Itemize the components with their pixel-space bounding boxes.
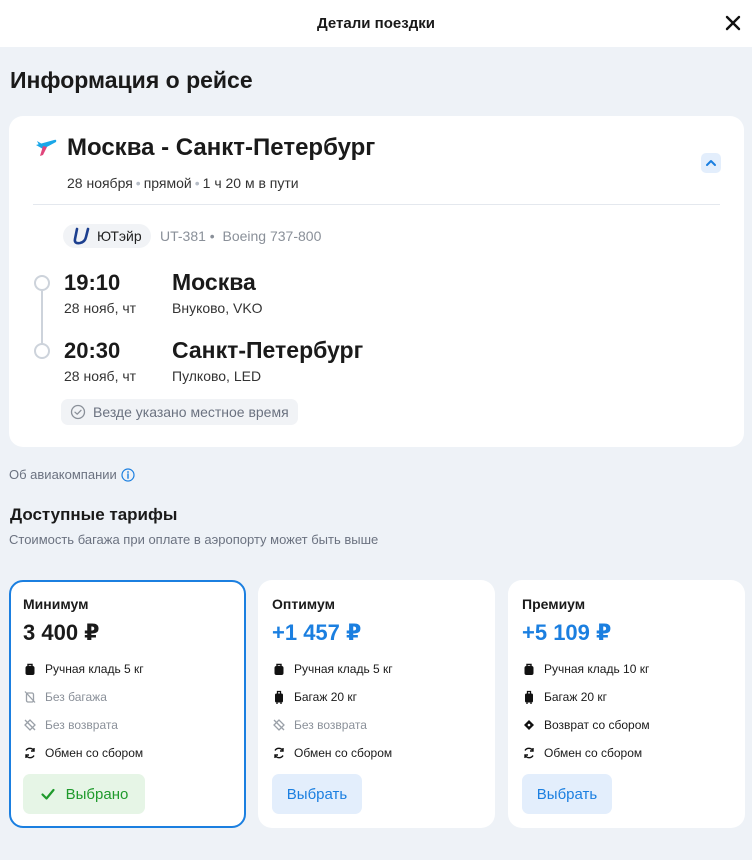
chevron-up-icon — [706, 160, 716, 166]
select-button[interactable]: Выбрать — [522, 774, 612, 814]
tariffs-heading: Доступные тарифы — [10, 505, 178, 524]
exchange-icon — [25, 747, 35, 759]
select-button[interactable]: Выбрать — [272, 774, 362, 814]
feature-hand-luggage: Ручная кладь 5 кг — [272, 662, 393, 676]
no-baggage-icon — [24, 691, 36, 703]
flight-meta: 28 ноября • прямой • 1 ч 20 м в пути — [67, 175, 299, 191]
info-icon — [121, 467, 135, 482]
airline-logo — [73, 227, 90, 245]
arrival-dot — [34, 343, 50, 359]
arrival-date: 28 нояб, чт — [64, 368, 137, 384]
airline-name: ЮТэйр — [97, 228, 142, 244]
no-refund-icon — [273, 719, 285, 731]
feature-hand-luggage: Ручная кладь 5 кг — [23, 662, 144, 676]
exchange-icon — [524, 747, 534, 759]
feature-exchange: Обмен со сбором — [23, 746, 143, 760]
tariff-price: +1 457 ₽ — [272, 620, 362, 645]
departure-airport: Внуково, VKO — [172, 300, 263, 316]
feature-baggage: Багаж 20 кг — [522, 690, 607, 704]
feature-refund: Без возврата — [272, 718, 367, 732]
about-airline-link[interactable]: Об авиакомпании — [9, 467, 135, 482]
close-icon[interactable] — [722, 12, 744, 34]
flight-date: 28 ноября — [67, 175, 133, 191]
dialog-title: Детали поездки — [317, 15, 435, 32]
feature-baggage: Багаж 20 кг — [272, 690, 357, 704]
tariff-card-optimum[interactable]: Оптимум +1 457 ₽ Ручная кладь 5 кг Багаж… — [258, 580, 495, 828]
tariff-card-premium[interactable]: Премиум +5 109 ₽ Ручная кладь 10 кг Бага… — [508, 580, 745, 828]
divider — [33, 204, 720, 205]
refund-icon — [524, 720, 534, 730]
collapse-button[interactable] — [701, 153, 721, 173]
flight-duration: 1 ч 20 м в пути — [202, 175, 299, 191]
plane-icon — [36, 139, 57, 156]
flight-info-heading: Информация о рейсе — [10, 67, 253, 93]
tariff-card-minimum[interactable]: Минимум 3 400 ₽ Ручная кладь 5 кг Без ба… — [9, 580, 246, 828]
tariffs-subheading: Стоимость багажа при оплате в аэропорту … — [9, 532, 379, 547]
departure-time: 19:10 — [64, 270, 121, 295]
flight-type: прямой — [143, 175, 192, 191]
tariff-price: +5 109 ₽ — [522, 620, 612, 645]
check-icon — [41, 788, 55, 800]
tariff-name: Минимум — [23, 596, 89, 612]
tariff-price: 3 400 ₽ — [23, 620, 100, 645]
top-bar: Детали поездки — [0, 0, 752, 47]
feature-exchange: Обмен со сбором — [522, 746, 642, 760]
about-airline-text: Об авиакомпании — [9, 467, 117, 482]
flight-number: UT-381 — [160, 228, 206, 244]
baggage-icon — [525, 690, 533, 704]
feature-exchange: Обмен со сбором — [272, 746, 392, 760]
timezone-text: Везде указано местное время — [93, 404, 289, 420]
flight-card: Москва - Санкт-Петербург 28 ноября • прямо… — [9, 116, 744, 447]
hand-luggage-icon — [25, 663, 35, 675]
aircraft: Boeing 737-800 — [222, 228, 322, 244]
no-refund-icon — [24, 719, 36, 731]
departure-city: Москва — [172, 269, 256, 295]
arrival-time: 20:30 — [64, 338, 121, 363]
departure-date: 28 нояб, чт — [64, 300, 137, 316]
arrival-airport: Пулково, LED — [172, 368, 262, 384]
flight-number-line: UT-381 • Boeing 737-800 — [160, 228, 322, 244]
baggage-icon — [275, 690, 283, 704]
hand-luggage-icon — [274, 663, 284, 675]
feature-hand-luggage: Ручная кладь 10 кг — [522, 662, 649, 676]
hand-luggage-icon — [524, 663, 534, 675]
exchange-icon — [274, 747, 284, 759]
arrival-city: Санкт-Петербург — [172, 337, 364, 363]
departure-dot — [34, 275, 50, 291]
feature-refund: Возврат со сбором — [522, 718, 650, 732]
selected-button[interactable]: Выбрано — [23, 774, 145, 814]
route-title: Москва - Санкт-Петербург — [67, 134, 376, 161]
feature-baggage: Без багажа — [23, 690, 107, 704]
timezone-note: Везде указано местное время — [61, 399, 298, 425]
clock-check-icon — [70, 404, 86, 420]
tariff-name: Премиум — [522, 596, 586, 612]
tariff-name: Оптимум — [272, 596, 335, 612]
airline-chip: ЮТэйр — [63, 224, 151, 248]
feature-refund: Без возврата — [23, 718, 118, 732]
timeline-line — [41, 291, 43, 351]
